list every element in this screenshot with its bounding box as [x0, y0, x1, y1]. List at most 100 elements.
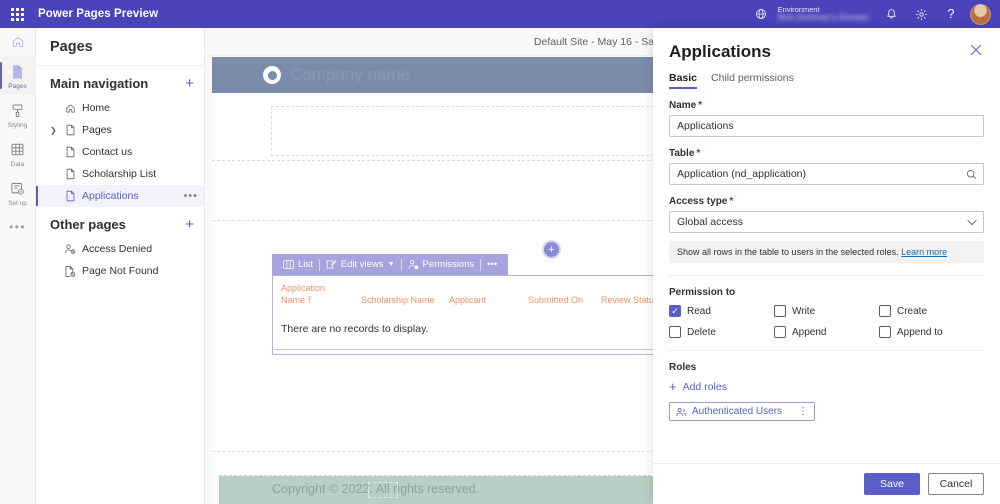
nav-item-page-not-found[interactable]: Page Not Found — [36, 260, 204, 282]
access-type-select[interactable] — [669, 211, 984, 233]
nav-item-applications-overflow-icon[interactable]: ••• — [183, 190, 198, 202]
environment-selector[interactable]: Environment Nick Doelman's Domain — [755, 6, 868, 23]
chevron-down-icon[interactable] — [967, 211, 977, 233]
add-roles-button[interactable]: + Add roles — [669, 380, 984, 393]
nav-item-home[interactable]: Home — [36, 97, 204, 119]
add-roles-label: Add roles — [683, 381, 727, 393]
account-avatar[interactable] — [970, 4, 991, 25]
chevron-right-icon[interactable]: ❯ — [50, 126, 62, 135]
sidebar-item-pages-label: Pages — [8, 83, 26, 90]
nav-item-applications-label: Applications — [82, 190, 139, 202]
name-input[interactable] — [669, 115, 984, 137]
sidebar-item-data-label: Data — [11, 161, 25, 168]
nav-item-scholarship-list[interactable]: Scholarship List — [36, 163, 204, 185]
sort-ascending-icon: ⤒ — [308, 295, 312, 305]
list-toolbar: List Edit views ▼ Permissions — [272, 254, 508, 275]
table-input[interactable] — [669, 163, 984, 185]
toolbar-divider — [401, 259, 402, 271]
sidebar-item-data[interactable]: Data — [0, 134, 36, 173]
app-launcher-icon[interactable] — [0, 0, 34, 28]
rail-more-icon[interactable]: ••• — [9, 220, 26, 234]
list-toolbar-more-button[interactable]: ••• — [482, 259, 502, 270]
checkbox-create-box[interactable] — [879, 305, 891, 317]
checkbox-delete-label: Delete — [687, 327, 716, 338]
gear-icon[interactable] — [906, 0, 936, 28]
sidebar-item-styling[interactable]: Styling — [0, 95, 36, 134]
checkbox-read-label: Read — [687, 306, 711, 317]
home-icon[interactable] — [0, 28, 36, 56]
main-navigation-section-header: Main navigation + — [36, 66, 204, 97]
checkbox-append-box[interactable] — [774, 326, 786, 338]
access-type-field-label: Access type* — [669, 196, 984, 207]
file-icon — [62, 124, 78, 136]
column-header-application-name[interactable]: ApplicationName ⤒ — [281, 282, 361, 306]
sidebar-item-setup[interactable]: Set up — [0, 173, 36, 212]
permission-to-label: Permission to — [669, 287, 984, 298]
nav-item-access-denied[interactable]: Access Denied — [36, 238, 204, 260]
toolbar-divider — [319, 259, 320, 271]
cancel-button[interactable]: Cancel — [928, 473, 984, 495]
other-pages-section-header: Other pages + — [36, 207, 204, 238]
tab-basic[interactable]: Basic — [669, 72, 697, 89]
checkbox-write-box[interactable] — [774, 305, 786, 317]
access-type-label-text: Access type — [669, 196, 727, 207]
checkbox-read-box[interactable] — [669, 305, 681, 317]
learn-more-link[interactable]: Learn more — [901, 247, 947, 257]
save-button[interactable]: Save — [864, 473, 920, 495]
pages-panel-title: Pages — [36, 28, 204, 66]
nav-item-page-not-found-label: Page Not Found — [82, 265, 158, 277]
checkbox-append[interactable]: Append — [774, 326, 879, 338]
checkbox-create[interactable]: Create — [879, 305, 984, 317]
required-marker: * — [696, 148, 700, 159]
list-toolbar-permissions-button[interactable]: Permissions — [403, 259, 480, 270]
nav-item-applications[interactable]: Applications ••• — [36, 185, 204, 207]
permission-checkbox-grid: Read Write Create Delete Append Append t… — [669, 305, 984, 338]
chevron-down-icon: ▼ — [388, 261, 395, 268]
file-icon — [62, 146, 78, 158]
nav-item-scholarship-list-label: Scholarship List — [82, 168, 156, 180]
role-chip-overflow-icon[interactable]: ⋮ — [798, 406, 808, 417]
close-icon[interactable] — [968, 42, 984, 58]
column-header-review-status[interactable]: Review Status — [601, 282, 659, 306]
environment-label: Environment — [778, 6, 868, 14]
checkbox-delete-box[interactable] — [669, 326, 681, 338]
question-icon[interactable]: ? — [936, 0, 966, 28]
pages-panel: Pages Main navigation + Home ❯ Pages Con… — [36, 28, 205, 504]
file-icon — [62, 190, 78, 202]
checkbox-delete[interactable]: Delete — [669, 326, 774, 338]
sidebar-item-pages[interactable]: Pages — [0, 56, 36, 95]
environment-name: Nick Doelman's Domain — [778, 13, 868, 22]
checkbox-write[interactable]: Write — [774, 305, 879, 317]
site-company-name: Company name — [290, 65, 410, 85]
list-toolbar-list-button[interactable]: List — [278, 259, 318, 270]
add-circle-icon[interactable]: + — [544, 242, 559, 257]
access-type-select-wrapper — [669, 211, 984, 233]
footer-editable-region[interactable] — [368, 482, 398, 498]
panel-title: Applications — [669, 42, 771, 62]
site-logo-icon — [263, 66, 281, 84]
nav-item-contact-us[interactable]: Contact us — [36, 141, 204, 163]
role-chip-authenticated-users[interactable]: Authenticated Users ⋮ — [669, 402, 815, 421]
add-other-page-button[interactable]: + — [185, 217, 194, 232]
list-toolbar-edit-views-button[interactable]: Edit views ▼ — [321, 259, 400, 270]
checkbox-append-to-box[interactable] — [879, 326, 891, 338]
add-main-navigation-page-button[interactable]: + — [185, 76, 194, 91]
list-toolbar-permissions-label: Permissions — [423, 259, 475, 270]
required-marker: * — [698, 100, 702, 111]
bell-icon[interactable] — [876, 0, 906, 28]
roles-label: Roles — [669, 362, 984, 373]
column-header-applicant[interactable]: Applicant — [449, 282, 528, 306]
panel-footer: Save Cancel — [653, 463, 1000, 504]
panel-body: Name* Table* Access type* — [653, 89, 1000, 463]
tab-child-permissions[interactable]: Child permissions — [711, 72, 794, 89]
checkbox-read[interactable]: Read — [669, 305, 774, 317]
main-navigation-heading: Main navigation — [50, 76, 148, 91]
column-header-scholarship-name[interactable]: Scholarship Name — [361, 282, 449, 306]
column-header-submitted-on[interactable]: Submitted On — [528, 282, 601, 306]
search-icon[interactable] — [966, 163, 977, 185]
people-icon — [676, 407, 687, 417]
name-field-group: Name* — [669, 100, 984, 137]
checkbox-append-to[interactable]: Append to — [879, 326, 984, 338]
role-chip-label: Authenticated Users — [692, 406, 782, 417]
nav-item-pages[interactable]: ❯ Pages — [36, 119, 204, 141]
